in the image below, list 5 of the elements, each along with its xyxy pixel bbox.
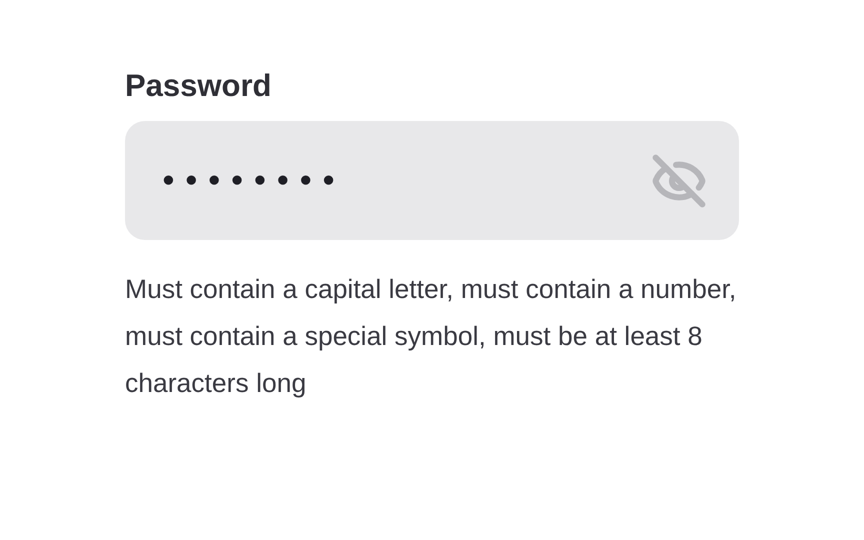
field-label: Password	[125, 70, 272, 101]
eye-off-icon[interactable]	[651, 152, 707, 208]
password-input[interactable]: ••••••••	[159, 162, 459, 200]
hint-text: Must contain a capital letter, must contain a number, must contain a special symbol, must be at least 8 characters long	[125, 273, 738, 400]
password-field[interactable]: ••••••••	[125, 121, 739, 240]
